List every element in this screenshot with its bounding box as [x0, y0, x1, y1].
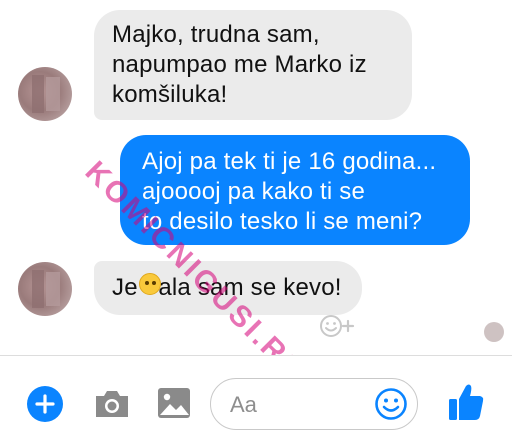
avatar-pixel-block — [46, 77, 60, 111]
message-input-placeholder: Aa — [230, 392, 257, 417]
plus-icon[interactable] — [27, 386, 63, 422]
image-icon[interactable] — [156, 386, 192, 420]
emoji-icon[interactable] — [374, 387, 408, 421]
camera-icon[interactable] — [93, 388, 131, 420]
message-line: Majko, trudna sam, — [112, 21, 320, 48]
message-line: napumpao me Marko iz — [112, 51, 367, 78]
incoming-message-bubble[interactable]: Je ala sam se kevo! — [94, 261, 362, 315]
incoming-message-bubble[interactable]: Majko, trudna sam, napumpao me Marko iz … — [94, 10, 412, 120]
sender-avatar[interactable] — [18, 67, 72, 121]
avatar-blurred-photo — [18, 67, 72, 121]
message-line: ajooooj pa kako ti se — [142, 178, 366, 205]
avatar-pixel-block — [32, 270, 44, 308]
add-reaction-icon[interactable] — [318, 313, 362, 339]
avatar-blurred-photo — [18, 262, 72, 316]
emoji-face-icon — [139, 273, 161, 295]
message-line: Ajoj pa tek ti je 16 godina... — [142, 148, 437, 175]
avatar-pixel-block — [32, 75, 44, 113]
sender-avatar[interactable] — [18, 262, 72, 316]
avatar-pixel-block — [46, 272, 60, 306]
message-line: to desilo tesko li se meni? — [142, 208, 423, 235]
thumbs-up-icon[interactable] — [447, 382, 485, 422]
message-composer: Aa — [0, 355, 512, 434]
outgoing-message-bubble[interactable]: Ajoj pa tek ti je 16 godina... ajooooj p… — [120, 135, 470, 245]
message-line: komšiluka! — [112, 81, 228, 108]
seen-indicator-avatar — [484, 322, 504, 342]
